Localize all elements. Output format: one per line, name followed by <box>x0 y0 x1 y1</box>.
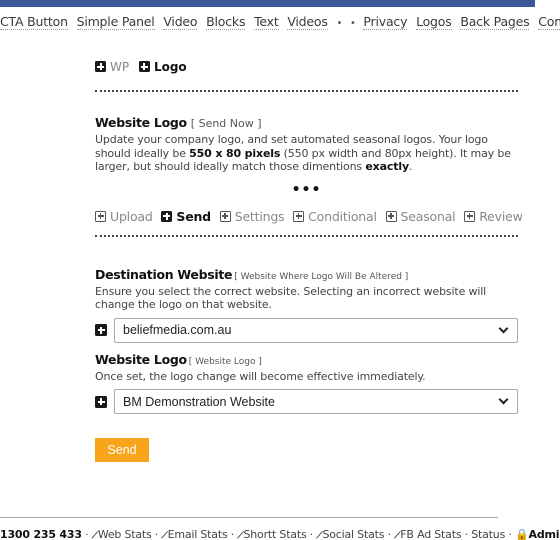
plus-square-icon[interactable] <box>95 324 107 336</box>
ellipsis-divider: ••• <box>291 181 322 198</box>
nav-back-pages[interactable]: Back Pages <box>460 14 530 30</box>
footer: 1300 235 433 · ⟋Web Stats · ⟋Email Stats… <box>0 528 560 540</box>
footer-fb-ad-stats[interactable]: FB Ad Stats <box>400 528 461 540</box>
footer-divider <box>0 517 498 518</box>
top-bar <box>0 0 535 7</box>
tab-review[interactable]: Review <box>464 208 523 224</box>
intro-text: . <box>409 160 413 173</box>
footer-social-stats[interactable]: Social Stats <box>323 528 385 540</box>
footer-separator: · <box>464 528 469 540</box>
website-logo-field: BM Demonstration Website <box>95 389 518 414</box>
intro-bold-exactly: exactly <box>365 160 410 173</box>
footer-separator: · <box>230 528 235 540</box>
nav-video[interactable]: Video <box>163 14 198 30</box>
nav-videos[interactable]: Videos <box>287 14 328 30</box>
nav-separator: • <box>349 18 356 29</box>
dotted-divider <box>95 234 518 237</box>
footer-separator: · <box>154 528 159 540</box>
plus-square-icon <box>138 61 150 72</box>
footer-status[interactable]: Status <box>471 528 505 540</box>
plus-square-icon <box>95 61 106 72</box>
destination-title: Destination Website[ Website Where Logo … <box>95 267 518 282</box>
tab-label: Review <box>479 208 523 224</box>
tab-label: Conditional <box>308 208 377 224</box>
chevron-down-icon <box>498 394 509 405</box>
tab-label: Settings <box>234 208 285 224</box>
plus-square-icon[interactable] <box>95 395 107 408</box>
destination-title-text: Destination Website <box>95 266 233 282</box>
tab-label: Seasonal <box>400 208 456 224</box>
main-content: WP Logo Website Logo [ Send Now ] Update … <box>95 60 523 462</box>
plus-square-outline-icon <box>95 210 106 222</box>
website-logo-title-text: Website Logo <box>95 351 187 367</box>
dotted-divider <box>95 90 518 92</box>
send-button[interactable]: Send <box>95 438 149 462</box>
destination-website-select[interactable]: beliefmedia.com.au <box>114 317 518 343</box>
top-nav: CTA Button Simple Panel Video Blocks Tex… <box>0 14 560 30</box>
website-logo-hint: [ Website Logo ] <box>188 356 262 367</box>
crumb-wp-label: WP <box>110 60 130 74</box>
footer-admin[interactable]: 🔒Admin <box>515 528 560 540</box>
nav-compliance[interactable]: Compliance <box>538 14 560 30</box>
intro-title-text: Website Logo <box>95 115 187 130</box>
tab-label: Upload <box>110 208 153 224</box>
footer-shortt-stats[interactable]: Shortt Stats <box>243 528 306 540</box>
tab-upload[interactable]: Upload <box>95 209 153 224</box>
crumb-logo[interactable]: Logo <box>138 60 187 74</box>
plus-square-outline-icon <box>385 210 397 222</box>
tab-send[interactable]: Send <box>161 209 211 224</box>
plus-square-outline-icon <box>293 210 305 222</box>
destination-hint: [ Website Where Logo Will Be Altered ] <box>234 271 409 282</box>
plus-square-icon <box>161 210 173 222</box>
website-logo-description: Once set, the logo change will become ef… <box>95 369 426 383</box>
destination-field: beliefmedia.com.au <box>95 317 518 343</box>
nav-privacy[interactable]: Privacy <box>363 14 407 30</box>
nav-separator: • <box>336 18 343 29</box>
intro-bold-size: 550 x 80 pixels <box>189 146 281 160</box>
intro-description: Update your company logo, and set automa… <box>95 133 518 174</box>
footer-separator: · <box>309 528 314 540</box>
footer-web-stats[interactable]: Web Stats <box>98 528 152 540</box>
nav-simple-panel[interactable]: Simple Panel <box>76 14 155 30</box>
intro-title: Website Logo [ Send Now ] <box>95 115 518 130</box>
footer-email-stats[interactable]: Email Stats <box>168 528 228 540</box>
nav-logos[interactable]: Logos <box>416 14 452 30</box>
website-logo-title: Website Logo[ Website Logo ] <box>95 352 518 367</box>
crumb-wp[interactable]: WP <box>95 60 129 74</box>
footer-separator: · <box>85 528 89 540</box>
footer-admin-label: Admin <box>528 528 560 540</box>
nav-text[interactable]: Text <box>254 14 279 30</box>
breadcrumb: WP Logo <box>95 60 518 78</box>
footer-separator: · <box>387 528 392 540</box>
destination-description: Ensure you select the correct website. S… <box>95 284 487 312</box>
tab-bar: Upload Send Settings Conditional Seasona… <box>95 208 523 224</box>
tab-seasonal[interactable]: Seasonal <box>385 208 456 224</box>
website-logo-select[interactable]: BM Demonstration Website <box>114 389 518 414</box>
nav-cta-button[interactable]: CTA Button <box>0 14 68 30</box>
plus-square-outline-icon <box>464 210 476 222</box>
website-logo-selected-value: BM Demonstration Website <box>123 394 275 409</box>
tab-settings[interactable]: Settings <box>219 208 285 224</box>
tab-conditional[interactable]: Conditional <box>293 209 377 224</box>
send-now-link[interactable]: [ Send Now ] <box>191 117 262 130</box>
plus-square-outline-icon <box>219 210 231 222</box>
nav-blocks[interactable]: Blocks <box>206 14 245 30</box>
crumb-logo-label: Logo <box>153 60 187 74</box>
phone-number[interactable]: 1300 235 433 <box>0 528 82 540</box>
tab-label: Send <box>176 208 211 224</box>
lock-icon: 🔒 <box>515 528 529 540</box>
footer-separator: · <box>508 528 512 540</box>
chevron-down-icon <box>498 323 509 333</box>
destination-selected-value: beliefmedia.com.au <box>123 323 232 337</box>
